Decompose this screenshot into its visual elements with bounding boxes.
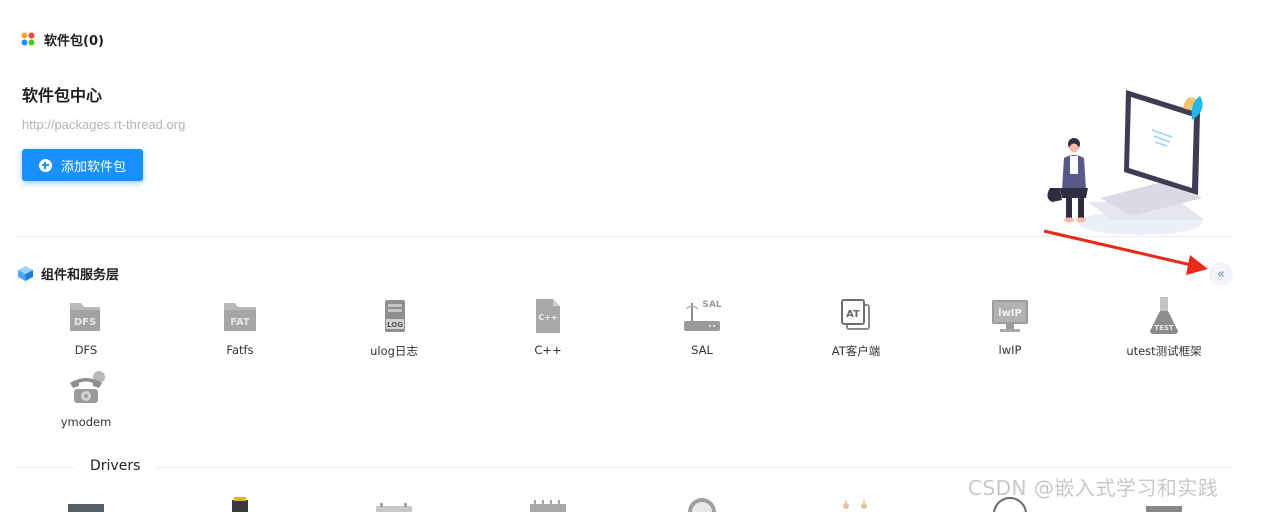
component-label: Fatfs	[226, 343, 254, 357]
drivers-section-title: Drivers	[90, 458, 141, 474]
svg-text:TEST: TEST	[1154, 324, 1174, 332]
component-label: ymodem	[60, 415, 112, 429]
svg-text:FAT: FAT	[230, 317, 250, 328]
dfs-folder-icon: DFS	[70, 303, 100, 331]
components-section-title: 组件和服务层	[41, 268, 120, 283]
drivers-divider-left	[16, 467, 74, 468]
component-label: ulog日志	[370, 344, 418, 358]
at-stack-icon: AT	[841, 299, 870, 330]
component-item-ymodem[interactable]: ymodem	[26, 369, 146, 429]
svg-text:DFS: DFS	[74, 317, 96, 328]
driver-monitor-icon[interactable]	[66, 492, 106, 512]
component-item-dfs[interactable]: DFS DFS	[26, 297, 146, 357]
svg-text:lwIP: lwIP	[998, 308, 1022, 319]
component-item-sal[interactable]: SAL SAL	[642, 297, 762, 357]
packages-count-title: 软件包(0)	[44, 34, 104, 49]
add-package-label: 添加软件包	[60, 159, 126, 175]
driver-clock-icon[interactable]	[682, 492, 722, 512]
log-file-icon: LOG	[385, 300, 405, 332]
plus-circle-icon	[38, 158, 52, 172]
package-center-title: 软件包中心	[22, 86, 103, 105]
component-item-fatfs[interactable]: FAT Fatfs	[180, 297, 300, 357]
csdn-watermark: CSDN @嵌入式学习和实践	[968, 476, 1219, 500]
package-center-url[interactable]: http://packages.rt-thread.org	[22, 117, 185, 132]
driver-board-icon[interactable]	[374, 492, 414, 512]
component-item-at-client[interactable]: AT AT客户端	[796, 297, 916, 359]
drivers-divider-right	[157, 467, 1232, 468]
component-item-ulog[interactable]: LOG ulog日志	[334, 297, 454, 359]
person-laptop-illustration	[1047, 90, 1205, 235]
component-item-lwip[interactable]: lwIP lwIP	[950, 297, 1070, 357]
component-label: SAL	[691, 343, 713, 357]
driver-chip-icon[interactable]	[220, 492, 260, 512]
driver-connector-icon[interactable]	[528, 492, 568, 512]
telephone-icon	[70, 371, 105, 403]
collapse-panel-button[interactable]: «	[1209, 262, 1233, 286]
lwip-monitor-icon: lwIP	[992, 300, 1028, 332]
component-label: C++	[534, 343, 562, 357]
svg-text:SAL: SAL	[702, 300, 721, 310]
component-label: lwIP	[998, 343, 1022, 357]
driver-sensor-icon[interactable]	[836, 492, 876, 512]
sal-router-icon: SAL	[684, 300, 722, 331]
test-flask-icon: TEST	[1150, 297, 1178, 334]
cpp-file-icon: C++	[536, 299, 560, 333]
component-item-utest[interactable]: TEST utest测试框架	[1104, 297, 1224, 359]
packages-logo-icon	[21, 32, 35, 46]
fat-folder-icon: FAT	[224, 303, 256, 331]
svg-text:LOG: LOG	[387, 321, 403, 329]
cube-icon	[18, 266, 33, 281]
svg-text:C++: C++	[538, 313, 557, 322]
component-item-cpp[interactable]: C++ C++	[488, 297, 608, 357]
add-package-button[interactable]: 添加软件包	[22, 149, 143, 181]
component-label: AT客户端	[831, 344, 881, 358]
svg-text:AT: AT	[846, 309, 860, 320]
component-label: DFS	[74, 343, 98, 357]
component-label: utest测试框架	[1126, 344, 1202, 358]
